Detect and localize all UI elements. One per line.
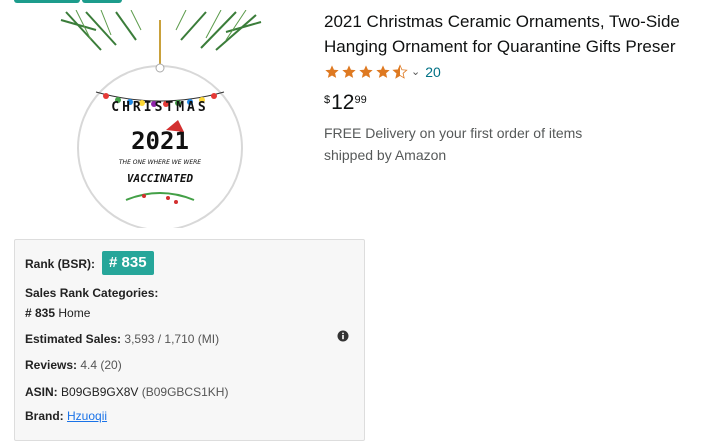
price-symbol: $ <box>324 94 331 106</box>
delivery-info: FREE Delivery on your first order of ite… <box>324 122 624 166</box>
brand-label: Brand: <box>25 409 64 423</box>
rating-row[interactable]: ⌄ 20 <box>324 62 441 82</box>
star-full-icon <box>359 65 373 78</box>
delivery-line-2: shipped by Amazon <box>324 147 447 163</box>
price-whole: 12 <box>331 91 355 114</box>
category-row: # 835 Home <box>25 306 90 320</box>
star-half-icon <box>392 64 408 79</box>
star-rating[interactable] <box>324 64 409 80</box>
rank-row: Rank (BSR): <box>25 257 95 271</box>
ornament-tagline-text: THE ONE WHERE WE WERE <box>119 159 201 166</box>
estimated-sales-row: Estimated Sales: 3,593 / 1,710 (MI) <box>25 332 219 346</box>
info-icon[interactable] <box>337 330 349 342</box>
price: $ 12 99 <box>324 90 367 116</box>
product-title-line-2[interactable]: Hanging Ornament for Quarantine Gifts Pr… <box>324 34 706 59</box>
asin-row: ASIN: B09GB9GX8V (B09GBCS1KH) <box>25 385 228 399</box>
tab-indicator-secondary <box>82 0 122 3</box>
estimated-sales-value: 3,593 / 1,710 (MI) <box>124 332 220 346</box>
categories-label-row: Sales Rank Categories: <box>25 286 158 300</box>
ornament-vaccinated-text: VACCINATED <box>127 172 194 185</box>
reviews-value: 4.4 (20) <box>80 358 122 372</box>
reviews-label: Reviews: <box>25 358 78 372</box>
asin-alt-value[interactable]: (B09GBCS1KH) <box>142 385 229 399</box>
chevron-down-icon[interactable]: ⌄ <box>411 64 420 80</box>
category-rank: # 835 <box>25 306 56 320</box>
rank-label: Rank (BSR): <box>25 257 96 271</box>
product-info-panel: Rank (BSR): # 835 Sales Rank Categories:… <box>14 239 365 441</box>
star-full-icon <box>376 65 390 78</box>
star-full-icon <box>325 65 339 78</box>
bsr-badge: # 835 <box>102 251 154 275</box>
price-fraction: 99 <box>354 94 367 106</box>
estimated-sales-label: Estimated Sales: <box>25 332 122 346</box>
product-title[interactable]: 2021 Christmas Ceramic Ornaments, Two-Si… <box>324 9 706 59</box>
review-count-link[interactable]: 20 <box>425 64 441 80</box>
categories-label: Sales Rank Categories: <box>25 286 159 300</box>
brand-link[interactable]: Hzuoqii <box>67 409 107 423</box>
star-full-icon <box>342 65 356 78</box>
product-image[interactable]: CHRISTMAS 2021 THE ONE WHERE WE WERE VAC… <box>56 10 266 228</box>
delivery-line-1: FREE Delivery on your first order of ite… <box>324 125 583 141</box>
asin-value[interactable]: B09GB9GX8V <box>61 385 138 399</box>
asin-label: ASIN: <box>25 385 58 399</box>
product-title-line-1[interactable]: 2021 Christmas Ceramic Ornaments, Two-Si… <box>324 9 706 34</box>
ornament-christmas-text: CHRISTMAS <box>111 100 208 115</box>
brand-row: Brand: Hzuoqii <box>25 409 107 423</box>
tab-indicator <box>14 0 80 3</box>
category-name: Home <box>58 306 91 320</box>
reviews-row: Reviews: 4.4 (20) <box>25 358 122 372</box>
